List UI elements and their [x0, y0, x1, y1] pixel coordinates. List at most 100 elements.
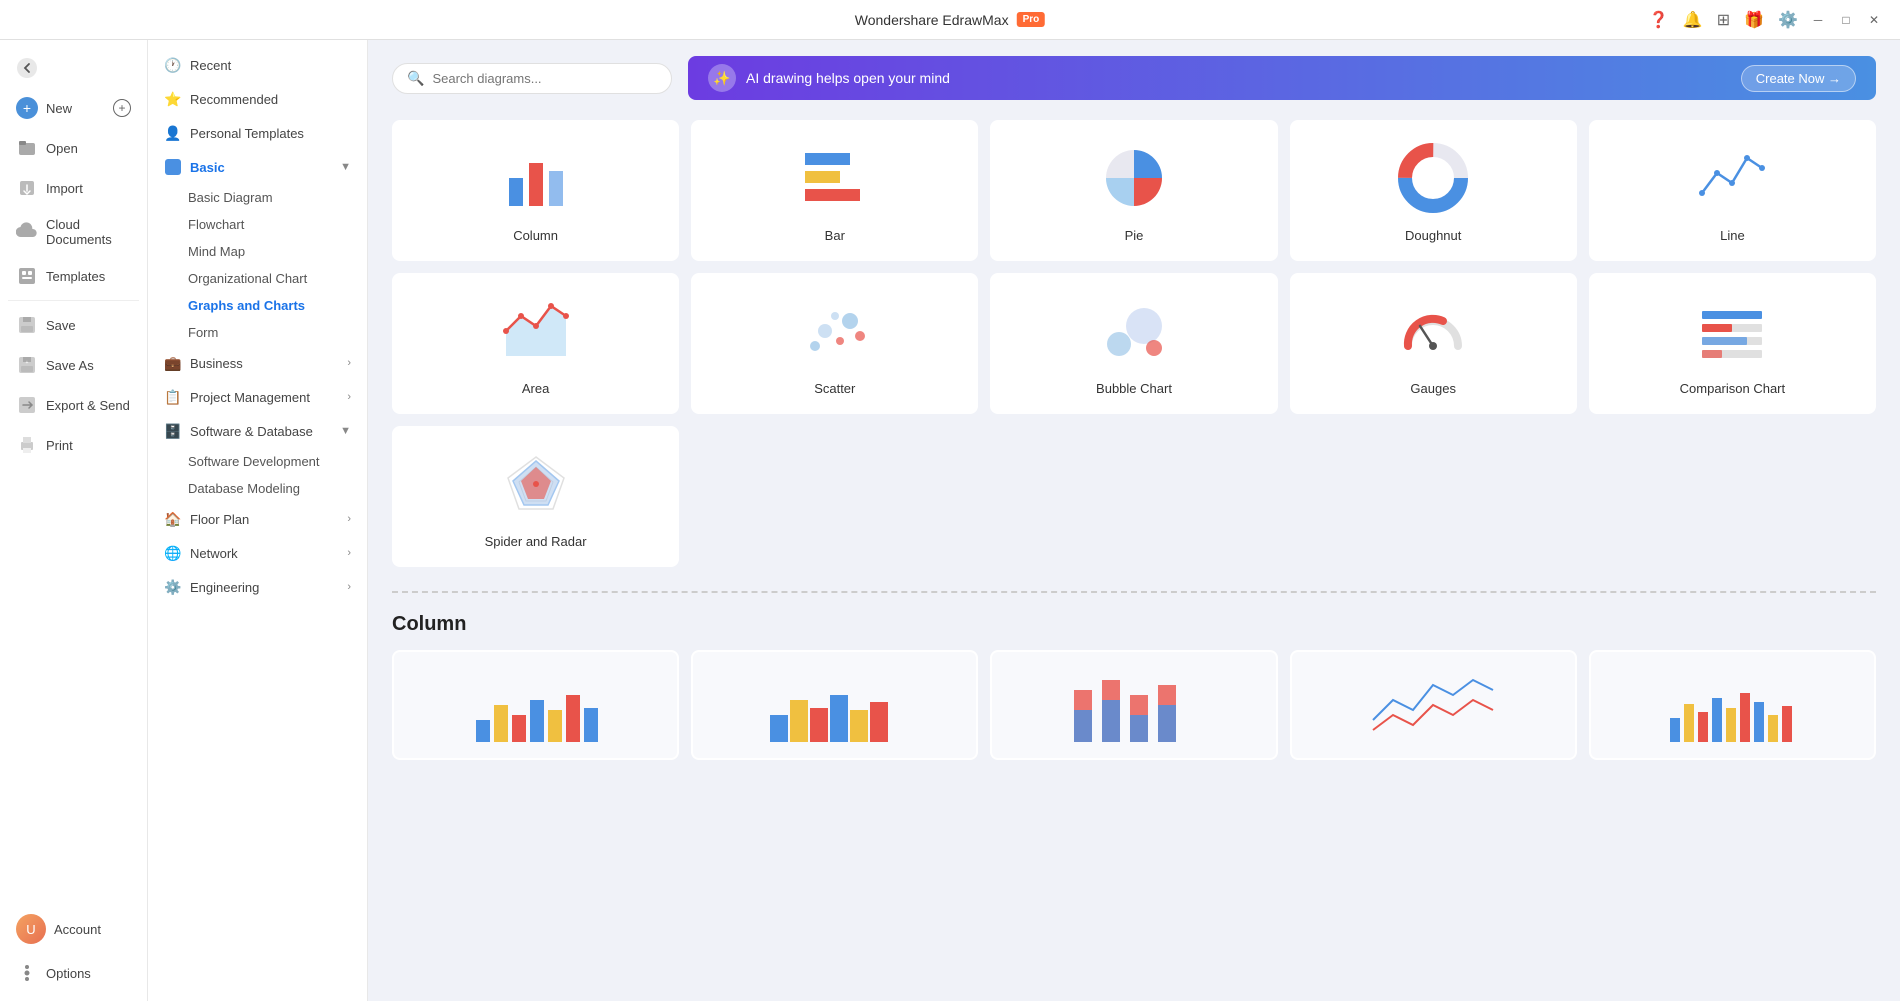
sidebar-item-basic-diagram[interactable]: Basic Diagram	[148, 184, 367, 211]
template-preview-3	[992, 652, 1275, 758]
floorplan-chevron-icon: ›	[347, 513, 351, 525]
sidebar-item-recent[interactable]: 🕐 Recent	[148, 48, 367, 82]
minimize-button[interactable]: ─	[1808, 10, 1828, 30]
sidebar-item-basic[interactable]: Basic ▼	[148, 150, 367, 184]
sidebar-item-software-development[interactable]: Software Development	[148, 448, 367, 475]
floorplan-icon: 🏠	[164, 510, 182, 528]
ai-banner: ✨ AI drawing helps open your mind Create…	[688, 56, 1876, 100]
spider-chart-visual	[496, 444, 576, 524]
chart-type-line[interactable]: Line	[1589, 120, 1876, 261]
chart-type-comparison[interactable]: Comparison Chart	[1589, 273, 1876, 414]
print-label: Print	[46, 438, 73, 453]
floorplan-label: Floor Plan	[190, 512, 249, 527]
basic-label: Basic	[190, 160, 225, 175]
export-label: Export & Send	[46, 398, 130, 413]
spider-label: Spider and Radar	[485, 534, 587, 549]
chart-type-pie[interactable]: Pie	[990, 120, 1277, 261]
bell-icon[interactable]: 🔔	[1679, 6, 1707, 34]
open-button[interactable]: Open	[4, 129, 143, 167]
business-chevron-icon: ›	[347, 357, 351, 369]
sidebar-item-software-database[interactable]: 🗄️ Software & Database ▼	[148, 414, 367, 448]
sidebar-item-database-modeling[interactable]: Database Modeling	[148, 475, 367, 502]
ai-icon: ✨	[708, 64, 736, 92]
template-card-4[interactable]	[1290, 650, 1577, 760]
sidebar-item-recommended[interactable]: ⭐ Recommended	[148, 82, 367, 116]
gift-icon[interactable]: 🎁	[1740, 6, 1768, 34]
nav-sidebar: 🕐 Recent ⭐ Recommended 👤 Personal Templa…	[148, 40, 368, 1001]
new-button[interactable]: + New +	[4, 89, 143, 127]
sidebar-item-mind-map[interactable]: Mind Map	[148, 238, 367, 265]
question-icon[interactable]: ❓	[1645, 6, 1673, 34]
sidebar-item-engineering[interactable]: ⚙️ Engineering ›	[148, 570, 367, 604]
settings-icon[interactable]: ⚙️	[1774, 6, 1802, 34]
sidebar-item-org-chart[interactable]: Organizational Chart	[148, 265, 367, 292]
gauges-chart-visual	[1393, 291, 1473, 371]
import-label: Import	[46, 181, 83, 196]
options-button[interactable]: Options	[4, 954, 143, 992]
back-button[interactable]	[4, 49, 143, 87]
gauges-label: Gauges	[1410, 381, 1456, 396]
import-button[interactable]: Import	[4, 169, 143, 207]
app-body: + New + Open Import Cloud Documents	[0, 40, 1900, 1001]
template-preview-2	[693, 652, 976, 758]
template-card-2[interactable]	[691, 650, 978, 760]
template-card-5[interactable]	[1589, 650, 1876, 760]
sidebar-item-graphs-charts[interactable]: Graphs and Charts	[148, 292, 367, 319]
search-input[interactable]	[432, 71, 657, 86]
engineering-icon: ⚙️	[164, 578, 182, 596]
chart-type-scatter[interactable]: Scatter	[691, 273, 978, 414]
column-label: Column	[513, 228, 558, 243]
close-button[interactable]: ✕	[1864, 10, 1884, 30]
network-label: Network	[190, 546, 238, 561]
recommended-icon: ⭐	[164, 90, 182, 108]
template-preview-4	[1292, 652, 1575, 758]
template-card-1[interactable]	[392, 650, 679, 760]
chart-type-spider[interactable]: Spider and Radar	[392, 426, 679, 567]
chart-type-bubble[interactable]: Bubble Chart	[990, 273, 1277, 414]
open-label: Open	[46, 141, 78, 156]
print-button[interactable]: Print	[4, 426, 143, 464]
template-preview-5	[1591, 652, 1874, 758]
sidebar-item-floor-plan[interactable]: 🏠 Floor Plan ›	[148, 502, 367, 536]
pie-label: Pie	[1125, 228, 1144, 243]
new-plus-icon[interactable]: +	[113, 99, 131, 117]
template-card-3[interactable]	[990, 650, 1277, 760]
sidebar-item-personal-templates[interactable]: 👤 Personal Templates	[148, 116, 367, 150]
doughnut-chart-visual	[1393, 138, 1473, 218]
scatter-label: Scatter	[814, 381, 855, 396]
save-label: Save	[46, 318, 76, 333]
sidebar-item-form[interactable]: Form	[148, 319, 367, 346]
software-icon: 🗄️	[164, 422, 182, 440]
templates-button[interactable]: Templates	[4, 257, 143, 295]
create-now-button[interactable]: Create Now →	[1741, 65, 1856, 92]
engineering-chevron-icon: ›	[347, 581, 351, 593]
save-as-button[interactable]: + Save As	[4, 346, 143, 384]
export-send-button[interactable]: Export & Send	[4, 386, 143, 424]
chart-type-bar[interactable]: Bar	[691, 120, 978, 261]
basic-chevron-icon: ▼	[340, 161, 351, 173]
sidebar-item-project-management[interactable]: 📋 Project Management ›	[148, 380, 367, 414]
save-button[interactable]: Save	[4, 306, 143, 344]
chart-type-doughnut[interactable]: Doughnut	[1290, 120, 1577, 261]
maximize-button[interactable]: □	[1836, 10, 1856, 30]
sidebar-item-flowchart[interactable]: Flowchart	[148, 211, 367, 238]
scatter-chart-visual	[795, 291, 875, 371]
project-icon: 📋	[164, 388, 182, 406]
chart-type-area[interactable]: Area	[392, 273, 679, 414]
recent-label: Recent	[190, 58, 231, 73]
chart-type-column[interactable]: Column	[392, 120, 679, 261]
sidebar-item-business[interactable]: 💼 Business ›	[148, 346, 367, 380]
templates-label: Templates	[46, 269, 105, 284]
comparison-chart-visual	[1692, 291, 1772, 371]
area-label: Area	[522, 381, 549, 396]
top-bar: 🔍 ✨ AI drawing helps open your mind Crea…	[392, 56, 1876, 100]
chart-type-gauges[interactable]: Gauges	[1290, 273, 1577, 414]
cloud-documents-button[interactable]: Cloud Documents	[4, 209, 143, 255]
search-box: 🔍	[392, 63, 672, 94]
basic-icon	[164, 158, 182, 176]
sidebar-item-network[interactable]: 🌐 Network ›	[148, 536, 367, 570]
sidebar-divider-1	[8, 300, 139, 301]
save-as-label: Save As	[46, 358, 94, 373]
grid-icon[interactable]: ⊞	[1713, 6, 1734, 34]
account-button[interactable]: U Account	[4, 906, 143, 952]
